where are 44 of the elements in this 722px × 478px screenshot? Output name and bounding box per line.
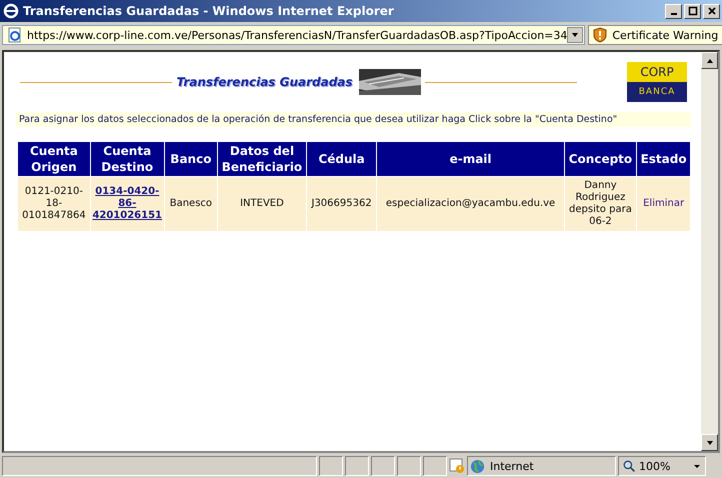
- caret-icon: [571, 31, 580, 39]
- column-header: Estado: [637, 142, 690, 176]
- magnifier-icon: [623, 460, 636, 472]
- down-arrow-icon: [706, 438, 714, 446]
- table-cell: Banesco: [164, 177, 218, 231]
- close-button[interactable]: [703, 4, 720, 18]
- close-icon: [706, 6, 716, 16]
- zone-label: Internet: [490, 460, 534, 472]
- scroll-down-button[interactable]: [701, 434, 718, 451]
- column-header: Cuenta Origen: [18, 142, 90, 176]
- dropdown-button[interactable]: [567, 27, 584, 43]
- logo-bottom-text: BANCA: [627, 82, 688, 102]
- popup-blocker-icon[interactable]: [449, 458, 465, 474]
- scroll-up-button[interactable]: [701, 52, 718, 69]
- globe-icon: [470, 458, 485, 474]
- delete-link[interactable]: Eliminar: [643, 198, 684, 209]
- instructions-text: Para asignar los datos seleccionados de la operación de transferencia que desea utilizar haga Click sobre la "Cuenta Destino": [16, 112, 691, 127]
- table-cell: especializacion@yacambu.edu.ve: [377, 177, 564, 231]
- window-title: Transferencias Guardadas - Windows Internet Explorer: [23, 4, 395, 18]
- table-cell: 0121-0210-18-0101847864: [18, 177, 90, 231]
- minimize-icon: [670, 13, 676, 15]
- logo-top-text: CORP: [627, 62, 688, 82]
- scrollbar[interactable]: [701, 52, 718, 451]
- minimize-button[interactable]: [665, 4, 682, 18]
- shield-icon: [593, 27, 608, 43]
- browser-icon: [3, 3, 19, 19]
- column-header: Cuenta Destino: [90, 142, 164, 176]
- page-icon: [7, 27, 23, 43]
- column-header: Banco: [164, 142, 218, 176]
- column-header: Concepto: [564, 142, 636, 176]
- table-cell: INTEVED: [218, 177, 306, 231]
- maximize-icon: [688, 6, 698, 16]
- banner-title: Transferencias Guardadas: [176, 75, 353, 89]
- certificate-warning-button[interactable]: Certificate Warning: [588, 25, 722, 45]
- address-field[interactable]: https://www.corp-line.com.ve/Personas/TransferenciasN/TransferGuardadasOB.asp?TipoAccion=34: [2, 25, 586, 45]
- zoom-button[interactable]: 100%: [618, 456, 706, 476]
- table-cell: Danny Rodriguez depsito para 06-2: [564, 177, 636, 231]
- maximize-button[interactable]: [684, 4, 701, 18]
- caret-icon: [693, 462, 701, 470]
- column-header: Datos del Beneficiario: [218, 142, 306, 176]
- table-cell: J306695362: [306, 177, 376, 231]
- column-header: e-mail: [377, 142, 564, 176]
- up-arrow-icon: [706, 56, 714, 64]
- column-header: Cédula: [306, 142, 376, 176]
